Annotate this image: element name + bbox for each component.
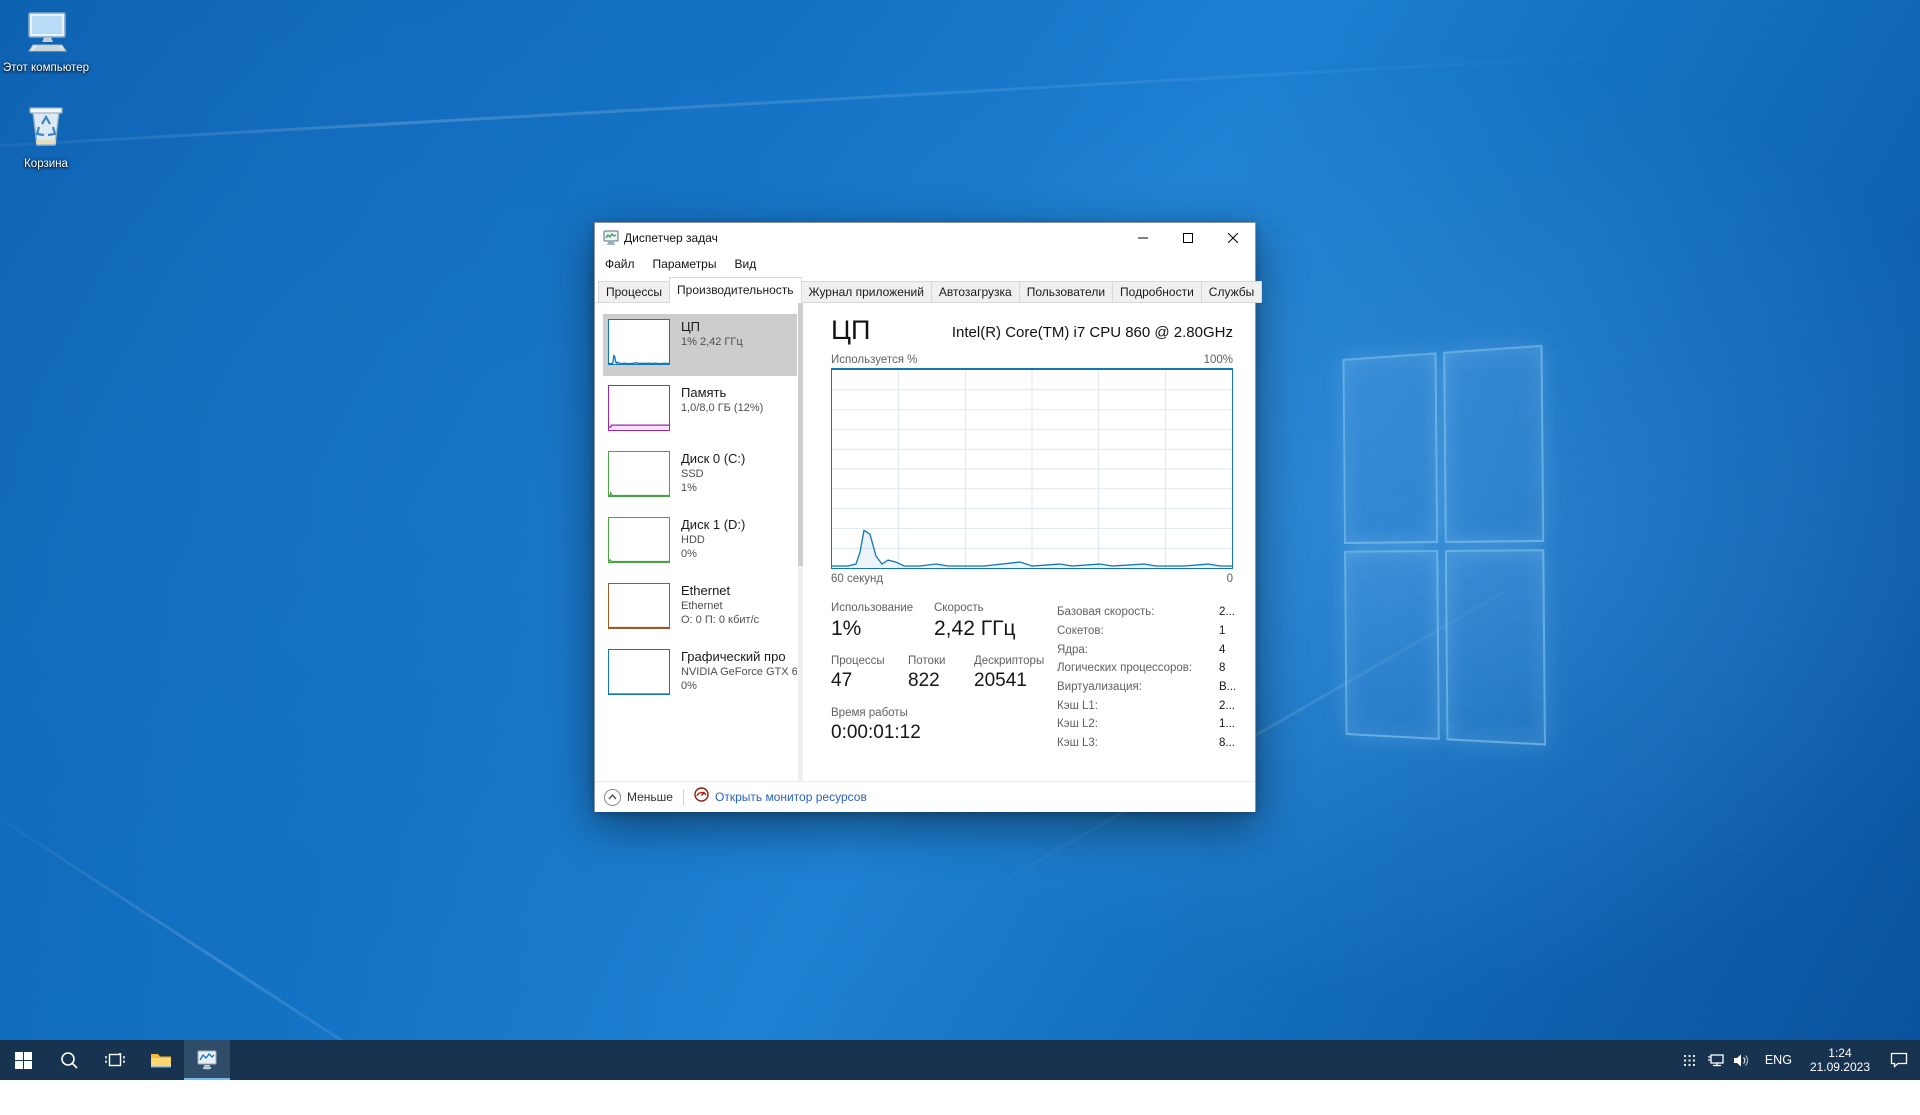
sidebar-item-gpu[interactable]: Графический про NVIDIA GeForce GTX 660 0… [603,644,797,706]
usage-label: Использование [831,602,934,614]
handles-label: Дескрипторы [974,655,1044,667]
tab-processes[interactable]: Процессы [598,281,670,303]
uptime-label: Время работы [831,707,1057,719]
recycle-bin-icon [24,137,68,154]
disk0-mini-graph [608,451,670,497]
footer-divider [683,789,684,805]
tab-strip: Процессы Производительность Журнал прило… [595,276,1255,303]
cpu-details: Базовая скорость:2... Сокетов:1 Ядра:4 Л… [1057,602,1233,753]
task-manager-icon [603,230,619,246]
threads-value: 822 [908,670,974,692]
threads-label: Потоки [908,655,974,667]
cpu-usage-graph[interactable] [831,368,1233,569]
processes-value: 47 [831,670,908,692]
uptime-value: 0:00:01:12 [831,722,1057,744]
resource-monitor-icon [694,787,709,807]
disk1-mini-graph [608,517,670,563]
search-button[interactable] [46,1040,92,1080]
task-view-button[interactable] [92,1040,138,1080]
menu-options[interactable]: Параметры [644,253,726,276]
menu-view[interactable]: Вид [725,253,765,276]
chevron-up-icon[interactable] [604,789,621,806]
sidebar-item-memory[interactable]: Память 1,0/8,0 ГБ (12%) [603,380,797,442]
menu-file[interactable]: Файл [596,253,644,276]
fewer-details-button[interactable]: Меньше [627,790,673,804]
hidden-icons-button[interactable] [1677,1040,1703,1080]
memory-mini-graph [608,385,670,431]
cpu-panel: ЦП Intel(R) Core(TM) i7 CPU 860 @ 2.80GH… [803,303,1255,781]
action-center-button[interactable] [1878,1040,1920,1080]
title-bar[interactable]: Диспетчер задач [595,223,1255,253]
open-resource-monitor-link[interactable]: Открыть монитор ресурсов [694,787,867,807]
speed-value: 2,42 ГГц [934,617,1015,641]
close-button[interactable] [1210,223,1255,253]
menu-bar: Файл Параметры Вид [595,253,1255,276]
desktop-icon-label: Этот компьютер [0,62,92,75]
clock-time: 1:24 [1810,1046,1870,1060]
task-manager-window: Диспетчер задач Файл Параметры Вид Проце… [594,222,1256,812]
taskbar: ENG 1:24 21.09.2023 [0,1040,1920,1080]
speed-label: Скорость [934,602,1015,614]
sidebar-item-cpu[interactable]: ЦП 1% 2,42 ГГц [603,314,797,376]
tab-services[interactable]: Службы [1201,281,1262,303]
window-title: Диспетчер задач [624,231,718,245]
usage-value: 1% [831,617,934,641]
tab-performance[interactable]: Производительность [669,277,801,303]
gpu-mini-graph [608,649,670,695]
desktop-icon-label: Корзина [0,158,92,171]
graph-xaxis-left: 60 секунд [831,573,883,585]
tab-app-history[interactable]: Журнал приложений [801,281,932,303]
sidebar-item-ethernet[interactable]: Ethernet Ethernet О: 0 П: 0 кбит/с [603,578,797,640]
graph-max-label: 100% [1204,354,1233,366]
file-explorer-button[interactable] [138,1040,184,1080]
language-indicator[interactable]: ENG [1755,1040,1802,1080]
clock[interactable]: 1:24 21.09.2023 [1802,1040,1878,1080]
tab-users[interactable]: Пользователи [1019,281,1113,303]
maximize-button[interactable] [1165,223,1210,253]
desktop-icon-recycle-bin[interactable]: Корзина [0,100,92,171]
tab-details[interactable]: Подробности [1112,281,1202,303]
tab-startup[interactable]: Автозагрузка [931,281,1020,303]
desktop-icon-this-pc[interactable]: Этот компьютер [0,12,92,75]
volume-icon[interactable] [1729,1040,1755,1080]
task-manager-footer: Меньше Открыть монитор ресурсов [595,781,1255,812]
sidebar-item-disk0[interactable]: Диск 0 (C:) SSD 1% [603,446,797,508]
graph-xaxis-right: 0 [1227,573,1233,585]
processes-label: Процессы [831,655,908,667]
minimize-button[interactable] [1120,223,1165,253]
task-manager-taskbar-button[interactable] [184,1040,230,1080]
network-icon[interactable] [1703,1040,1729,1080]
sidebar-item-disk1[interactable]: Диск 1 (D:) HDD 0% [603,512,797,574]
wallpaper-light-beam [0,53,1629,154]
graph-unit-label: Используется % [831,354,917,366]
handles-value: 20541 [974,670,1044,692]
sidebar-scrollbar[interactable] [798,303,803,781]
this-pc-icon [22,41,70,58]
ethernet-mini-graph [608,583,670,629]
cpu-mini-graph [608,319,670,365]
start-button[interactable] [0,1040,46,1080]
scrollbar-thumb[interactable] [798,303,803,566]
system-tray: ENG 1:24 21.09.2023 [1677,1040,1920,1080]
cpu-model: Intel(R) Core(TM) i7 CPU 860 @ 2.80GHz [952,324,1233,345]
windows-logo-wallpaper [1343,345,1546,746]
performance-sidebar: ЦП 1% 2,42 ГГц Память 1,0/8,0 ГБ (12%) Д… [595,303,803,781]
clock-date: 21.09.2023 [1810,1060,1870,1074]
cpu-heading: ЦП [831,315,870,345]
